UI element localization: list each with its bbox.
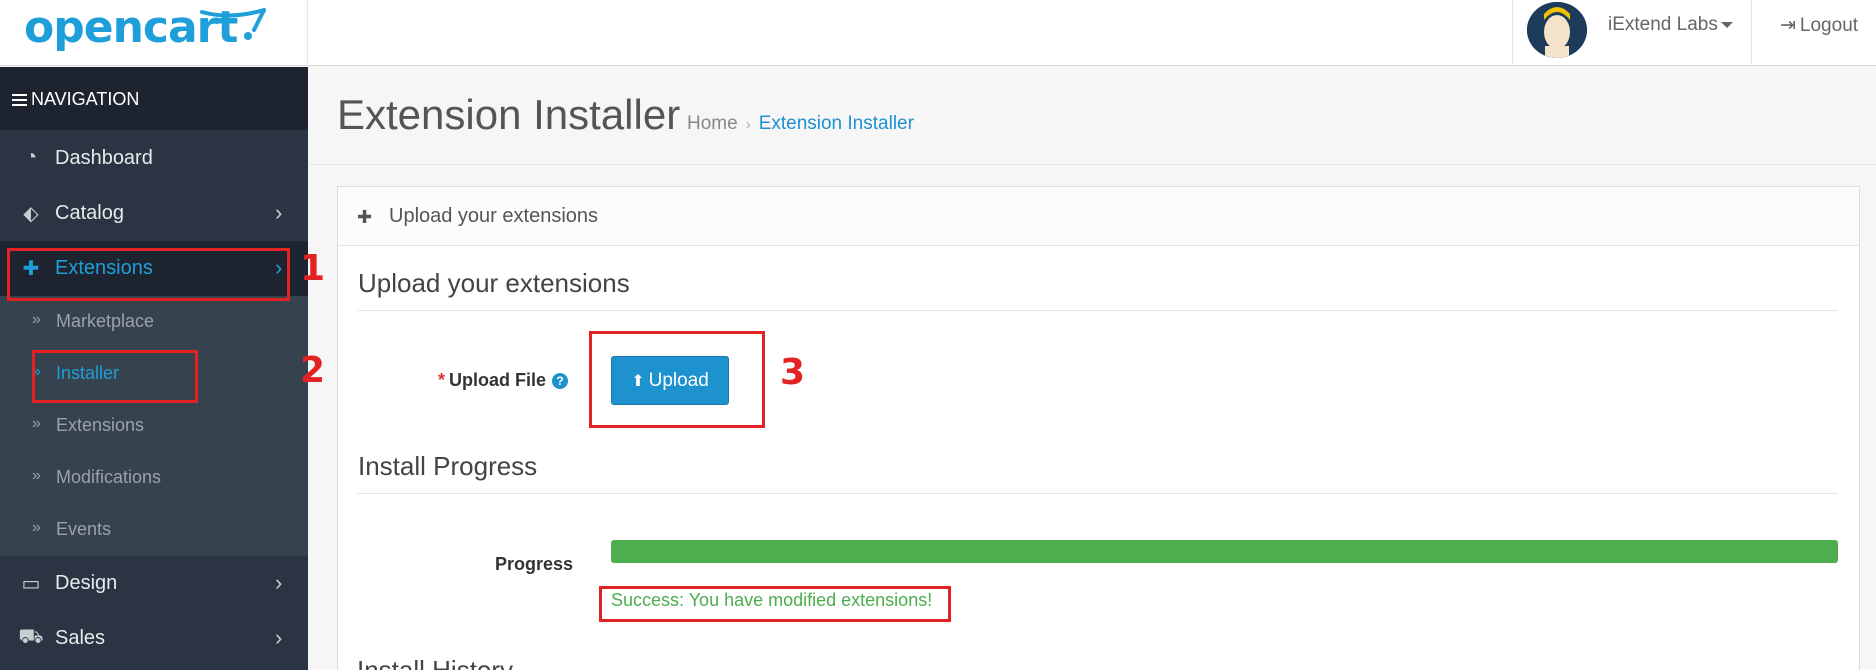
sidebar-subitem-events[interactable]: » Events [0, 504, 308, 556]
nav-title: NAVIGATION [31, 89, 140, 109]
sidebar-item-dashboard[interactable]: ◔ Dashboard [0, 131, 308, 186]
install-progress-title: Install Progress [358, 451, 538, 481]
double-chevron-icon: » [32, 467, 41, 484]
chevron-right-icon: › [275, 570, 283, 595]
breadcrumb: Home › Extension Installer [687, 113, 914, 135]
sidebar-item-catalog[interactable]: ⬖ Catalog › [0, 186, 308, 241]
page-title: Extension Installer [337, 91, 681, 138]
sidebar-subitem-extensions[interactable]: » Extensions [0, 400, 308, 452]
top-header: opencart iExtend Labs ⇥ Logout [0, 0, 1876, 66]
sidebar-item-label: Catalog [55, 202, 124, 224]
annotation-box-upload [589, 331, 765, 428]
sidebar-item-label: Dashboard [55, 147, 153, 169]
section-divider [357, 310, 1838, 311]
panel-heading: ✚ Upload your extensions [338, 187, 1859, 246]
section-divider [357, 493, 1838, 494]
upload-panel: ✚ Upload your extensions [337, 186, 1860, 670]
breadcrumb-separator: › [745, 116, 751, 133]
progress-bar-fill [611, 540, 1838, 563]
sidebar-item-design[interactable]: ▭ Design › [0, 556, 308, 611]
annotation-number-1: 1 [300, 248, 326, 289]
annotation-box-success [599, 586, 951, 622]
help-icon[interactable]: ? [552, 373, 569, 389]
nav-header: NAVIGATION [0, 67, 308, 130]
annotation-box-extensions [7, 248, 290, 301]
sidebar-subitem-modifications[interactable]: » Modifications [0, 452, 308, 504]
upload-file-label: * Upload File? [438, 370, 569, 391]
progress-label: Progress [495, 554, 574, 574]
user-menu[interactable]: iExtend Labs [1512, 0, 1752, 66]
panel-heading-title: Upload your extensions [389, 205, 599, 227]
breadcrumb-current[interactable]: Extension Installer [759, 113, 914, 134]
sidebar-subitem-label: Modifications [56, 467, 162, 487]
annotation-number-3: 3 [780, 352, 806, 393]
annotation-box-installer [32, 350, 198, 403]
tags-icon: ⬖ [23, 203, 39, 225]
cart-icon: ⛟ [18, 626, 44, 648]
sidebar-subitem-label: Extensions [56, 415, 145, 435]
logo-area: opencart [0, 0, 308, 66]
sidebar-item-label: Sales [55, 627, 106, 649]
sidebar-subitem-label: Marketplace [56, 311, 155, 331]
sidebar-item-label: Design [55, 572, 118, 594]
progress-bar [611, 540, 1838, 563]
user-name[interactable]: iExtend Labs [1608, 14, 1718, 36]
breadcrumb-home[interactable]: Home [687, 113, 738, 134]
avatar[interactable] [1527, 2, 1587, 58]
double-chevron-icon: » [32, 519, 41, 536]
sign-out-icon: ⇥ [1780, 15, 1796, 36]
dashboard-icon: ◔ [24, 146, 38, 168]
logo-cart-icon [200, 8, 266, 40]
sidebar-subitem-marketplace[interactable]: » Marketplace [0, 296, 308, 348]
chevron-right-icon: › [275, 625, 283, 650]
sidebar-item-sales[interactable]: ⛟ Sales › [0, 611, 308, 666]
install-history-title: Install History [357, 655, 514, 670]
double-chevron-icon: » [32, 415, 41, 432]
logout-label: Logout [1799, 15, 1859, 36]
header-divider [309, 164, 1876, 165]
upload-section-title: Upload your extensions [358, 268, 630, 298]
avatar-image [1527, 2, 1587, 58]
logout-link[interactable]: ⇥ Logout [1780, 14, 1858, 37]
hamburger-icon [12, 94, 27, 106]
annotation-number-2: 2 [300, 350, 326, 391]
caret-down-icon[interactable] [1721, 22, 1733, 28]
monitor-icon: ▭ [21, 573, 41, 595]
chevron-right-icon: › [275, 200, 283, 225]
sidebar-subitem-label: Events [56, 519, 112, 539]
required-asterisk: * [438, 370, 446, 390]
upload-file-label-text: Upload File [449, 370, 547, 390]
double-chevron-icon: » [32, 311, 41, 328]
puzzle-icon: ✚ [357, 207, 373, 227]
